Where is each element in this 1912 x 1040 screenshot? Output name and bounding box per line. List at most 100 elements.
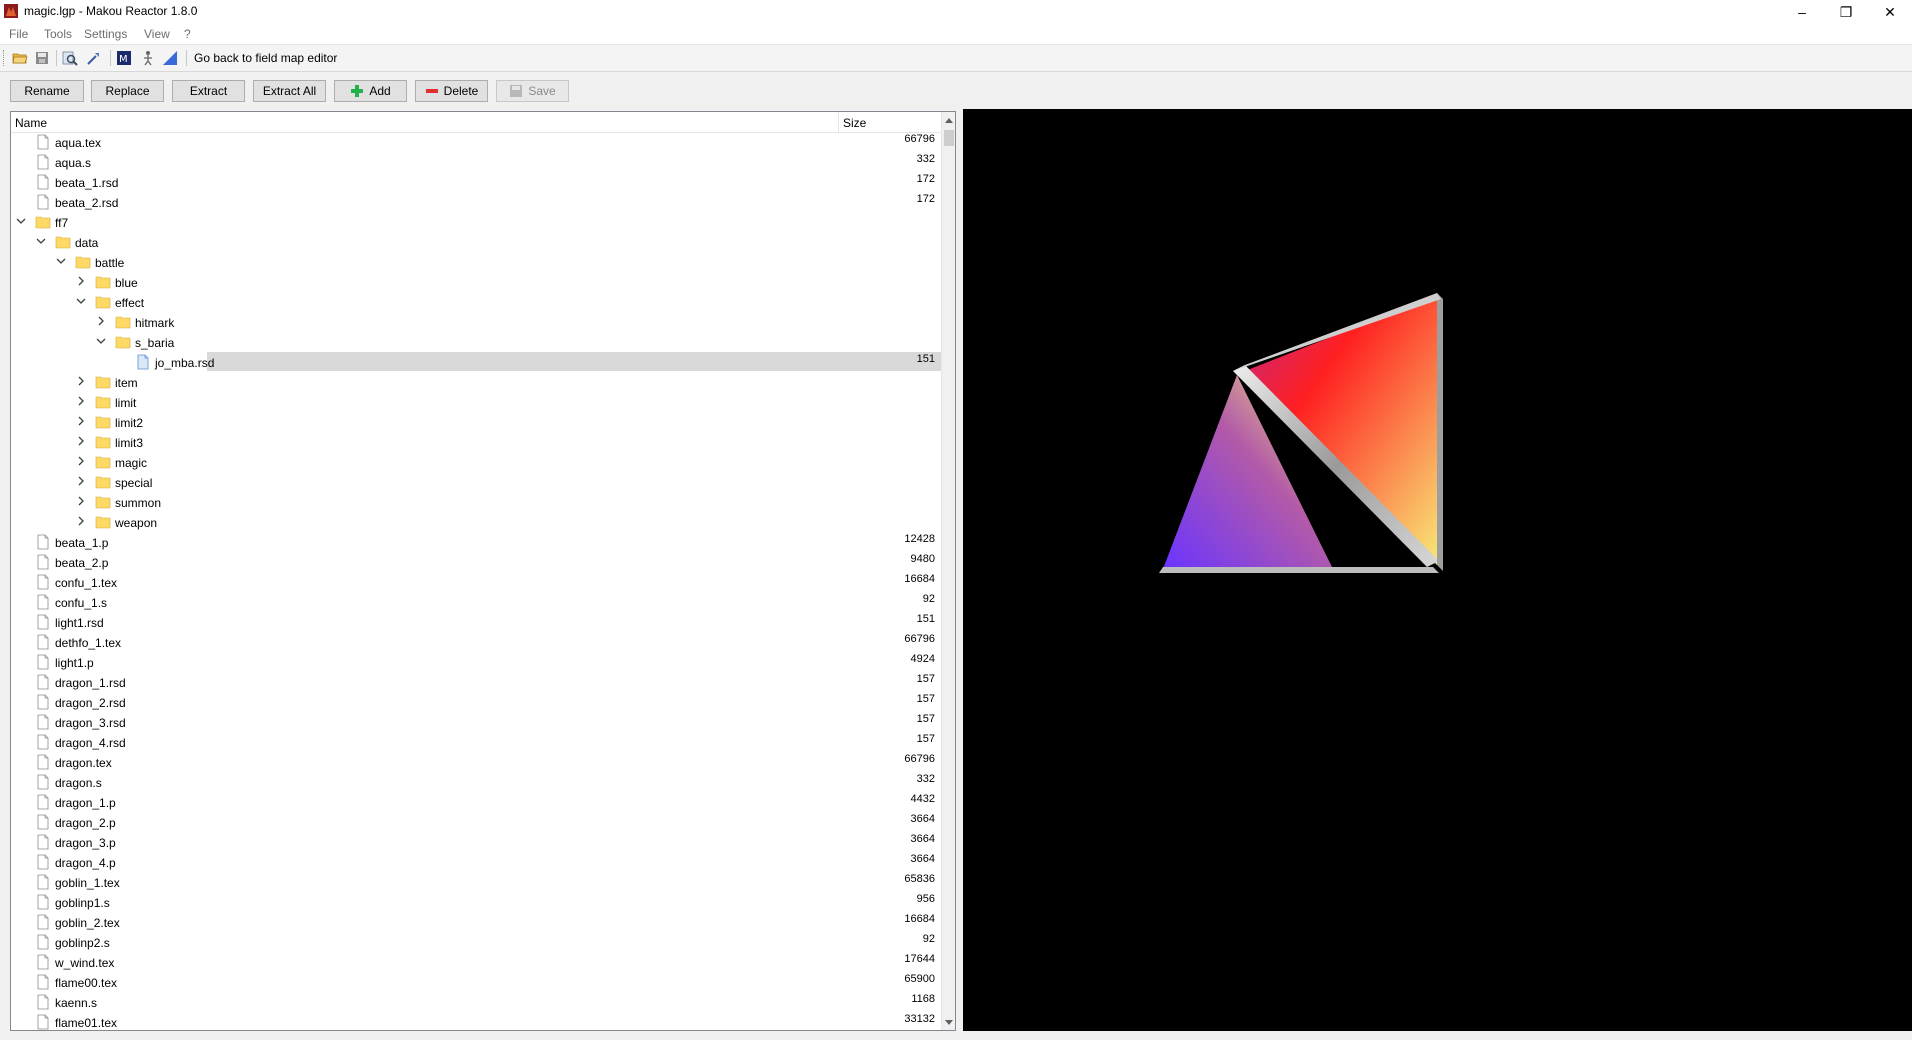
- chevron-down-icon[interactable]: [75, 295, 87, 307]
- tree-file-row[interactable]: dethfo_1.tex 66796: [11, 632, 941, 652]
- tree-file-row[interactable]: confu_1.s 92: [11, 592, 941, 612]
- chevron-right-icon[interactable]: [75, 455, 87, 467]
- tree-file-row[interactable]: goblinp1.s 956: [11, 892, 941, 912]
- scrollbar-thumb[interactable]: [944, 130, 954, 146]
- chevron-down-icon[interactable]: [35, 235, 47, 247]
- tree-file-row[interactable]: dragon_2.p 3664: [11, 812, 941, 832]
- tree-folder-row[interactable]: special: [11, 472, 941, 492]
- map-icon[interactable]: M: [116, 50, 132, 66]
- tree-file-row[interactable]: light1.p 4924: [11, 652, 941, 672]
- triangle-icon[interactable]: [162, 50, 178, 66]
- tree-file-row[interactable]: dragon_2.rsd 157: [11, 692, 941, 712]
- chevron-right-icon[interactable]: [75, 475, 87, 487]
- chevron-down-icon[interactable]: [95, 335, 107, 347]
- tool-icon[interactable]: [86, 50, 102, 66]
- column-header-size[interactable]: Size: [843, 116, 866, 130]
- tree-item-label: limit3: [115, 436, 144, 450]
- tree-file-row[interactable]: dragon.s 332: [11, 772, 941, 792]
- tree-folder-row[interactable]: limit: [11, 392, 941, 412]
- search-icon[interactable]: [62, 50, 78, 66]
- toolbar-grip[interactable]: [3, 50, 7, 66]
- tree-file-row[interactable]: goblinp2.s 92: [11, 932, 941, 952]
- tree-file-row[interactable]: flame00.tex 65900: [11, 972, 941, 992]
- tree-folder-row[interactable]: summon: [11, 492, 941, 512]
- back-to-field-map-button[interactable]: Go back to field map editor: [194, 51, 337, 65]
- chevron-right-icon[interactable]: [75, 395, 87, 407]
- tree-folder-row[interactable]: magic: [11, 452, 941, 472]
- tree-folder-row[interactable]: ff7: [11, 212, 941, 232]
- tree-folder-row[interactable]: limit3: [11, 432, 941, 452]
- chevron-right-icon[interactable]: [95, 315, 107, 327]
- save-icon[interactable]: [34, 50, 50, 66]
- scroll-up-button[interactable]: [942, 112, 955, 128]
- tree-file-row[interactable]: beata_1.rsd 172: [11, 172, 941, 192]
- chevron-right-icon[interactable]: [75, 515, 87, 527]
- tree-file-row[interactable]: w_wind.tex 17644: [11, 952, 941, 972]
- chevron-right-icon[interactable]: [75, 375, 87, 387]
- scroll-down-button[interactable]: [942, 1014, 955, 1030]
- menu-tools[interactable]: Tools: [44, 27, 72, 41]
- tree-file-row[interactable]: dragon.tex 66796: [11, 752, 941, 772]
- tree-file-row[interactable]: beata_2.rsd 172: [11, 192, 941, 212]
- extract-button[interactable]: Extract: [172, 80, 245, 102]
- chevron-down-icon[interactable]: [55, 255, 67, 267]
- delete-button[interactable]: Delete: [415, 80, 488, 102]
- menu-file[interactable]: File: [9, 27, 28, 41]
- folder-icon: [115, 316, 131, 329]
- tree-file-row[interactable]: light1.rsd 151: [11, 612, 941, 632]
- menu-help[interactable]: ?: [184, 27, 191, 41]
- tree-folder-row[interactable]: limit2: [11, 412, 941, 432]
- replace-button[interactable]: Replace: [91, 80, 164, 102]
- close-button[interactable]: ✕: [1868, 0, 1912, 24]
- column-divider[interactable]: [838, 112, 839, 132]
- tree-folder-row[interactable]: data: [11, 232, 941, 252]
- tree-file-row[interactable]: flame01.tex 33132: [11, 1012, 941, 1030]
- minimize-button[interactable]: –: [1780, 0, 1824, 24]
- chevron-right-icon[interactable]: [75, 435, 87, 447]
- chevron-right-icon[interactable]: [75, 415, 87, 427]
- chevron-down-icon[interactable]: [15, 215, 27, 227]
- menu-settings[interactable]: Settings: [84, 27, 127, 41]
- character-icon[interactable]: [140, 50, 156, 66]
- tree-folder-row[interactable]: weapon: [11, 512, 941, 532]
- add-button[interactable]: Add: [334, 80, 407, 102]
- maximize-button[interactable]: ❐: [1824, 0, 1868, 24]
- tree-file-row[interactable]: beata_2.p 9480: [11, 552, 941, 572]
- tree-folder-row[interactable]: blue: [11, 272, 941, 292]
- tree-file-row[interactable]: beata_1.p 12428: [11, 532, 941, 552]
- file-icon: [37, 894, 49, 910]
- model-preview-viewport[interactable]: [963, 109, 1912, 1031]
- tree-file-row[interactable]: dragon_3.p 3664: [11, 832, 941, 852]
- tree-file-row[interactable]: dragon_1.p 4432: [11, 792, 941, 812]
- tree-file-row[interactable]: goblin_1.tex 65836: [11, 872, 941, 892]
- column-header-name[interactable]: Name: [15, 116, 47, 130]
- tree-folder-row[interactable]: effect: [11, 292, 941, 312]
- tree-file-row[interactable]: confu_1.tex 16684: [11, 572, 941, 592]
- menu-view[interactable]: View: [144, 27, 170, 41]
- chevron-right-icon[interactable]: [75, 275, 87, 287]
- tree-item-label: aqua.tex: [55, 136, 102, 150]
- open-folder-icon[interactable]: [12, 50, 28, 66]
- rename-button[interactable]: Rename: [10, 80, 84, 102]
- tree-item-label: magic: [115, 456, 148, 470]
- tree-file-row[interactable]: aqua.s 332: [11, 152, 941, 172]
- tree-file-row[interactable]: dragon_4.rsd 157: [11, 732, 941, 752]
- tree-item-label: limit: [115, 396, 137, 410]
- vertical-scrollbar[interactable]: [941, 112, 955, 1030]
- archive-tree-view[interactable]: Name Size aqua.tex 66796 aqua.s 332 beata_1.…: [10, 111, 956, 1031]
- tree-folder-row[interactable]: s_baria: [11, 332, 941, 352]
- tree-folder-row[interactable]: battle: [11, 252, 941, 272]
- tree-file-row[interactable]: dragon_3.rsd 157: [11, 712, 941, 732]
- tree-file-row[interactable]: aqua.tex 66796: [11, 132, 941, 152]
- tree-folder-row[interactable]: hitmark: [11, 312, 941, 332]
- tree-file-row[interactable]: goblin_2.tex 16684: [11, 912, 941, 932]
- tree-file-row[interactable]: dragon_1.rsd 157: [11, 672, 941, 692]
- tree-file-row[interactable]: jo_mba.rsd 151: [11, 352, 941, 372]
- tree-item-size: 157: [916, 733, 935, 745]
- extract-all-button[interactable]: Extract All: [253, 80, 326, 102]
- tree-folder-row[interactable]: item: [11, 372, 941, 392]
- tree-file-row[interactable]: dragon_4.p 3664: [11, 852, 941, 872]
- chevron-right-icon[interactable]: [75, 495, 87, 507]
- file-icon: [37, 834, 49, 850]
- tree-file-row[interactable]: kaenn.s 1168: [11, 992, 941, 1012]
